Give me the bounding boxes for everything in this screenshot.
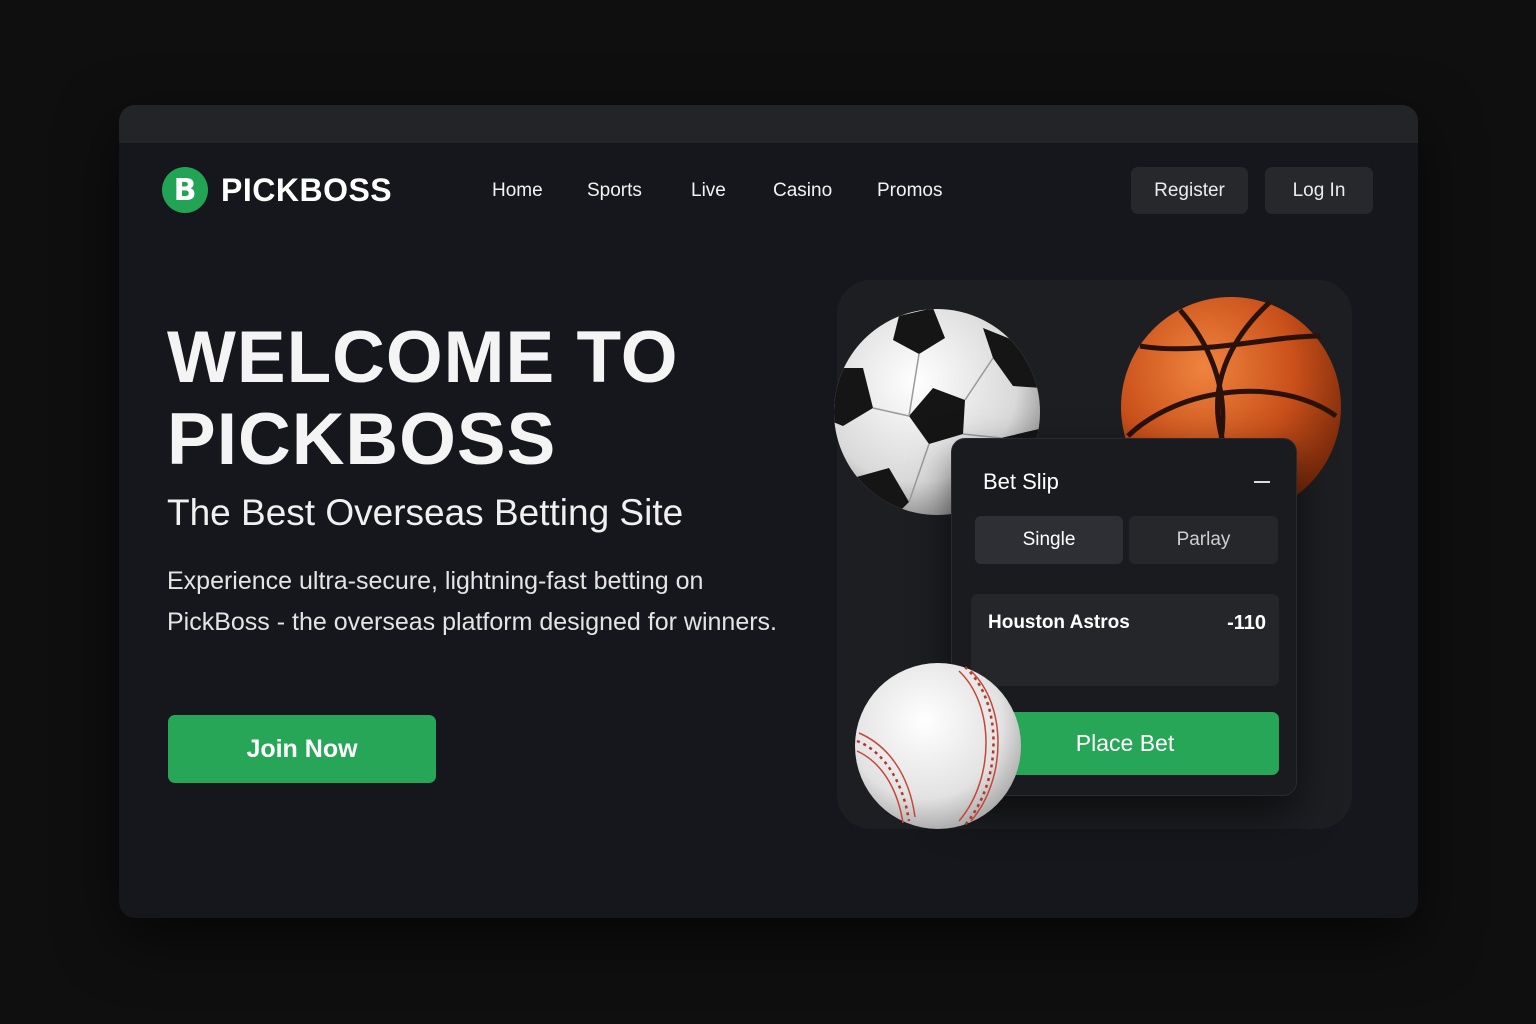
selection-team: Houston Astros: [988, 612, 1130, 633]
tab-parlay[interactable]: Parlay: [1129, 516, 1278, 564]
bet-slip-title: Bet Slip: [983, 469, 1059, 494]
hero-description: Experience ultra-secure, lightning-fast …: [167, 567, 777, 636]
window-titlebar: [119, 105, 1418, 143]
hero-subtitle: The Best Overseas Betting Site: [167, 492, 684, 533]
baseball-icon: [855, 663, 1021, 829]
register-button[interactable]: Register: [1131, 167, 1248, 214]
browser-window: B PICKBOSS Home Sports Live Casino Promo…: [119, 105, 1418, 918]
nav-live[interactable]: Live: [691, 180, 726, 202]
join-now-button[interactable]: Join Now: [168, 715, 436, 783]
brand-logo[interactable]: B PICKBOSS: [162, 167, 392, 213]
tab-single[interactable]: Single: [975, 516, 1123, 564]
brand-name: PICKBOSS: [221, 171, 393, 208]
selection-odds: -110: [1227, 612, 1266, 634]
nav-home[interactable]: Home: [492, 180, 543, 202]
hero-title: WELCOME TO PICKBOSS: [167, 317, 679, 480]
logo-icon: B: [162, 167, 208, 213]
login-button[interactable]: Log In: [1265, 167, 1373, 214]
nav-sports[interactable]: Sports: [587, 180, 642, 202]
nav-casino[interactable]: Casino: [773, 180, 832, 202]
nav-promos[interactable]: Promos: [877, 180, 942, 202]
minimize-icon[interactable]: [1254, 481, 1270, 483]
